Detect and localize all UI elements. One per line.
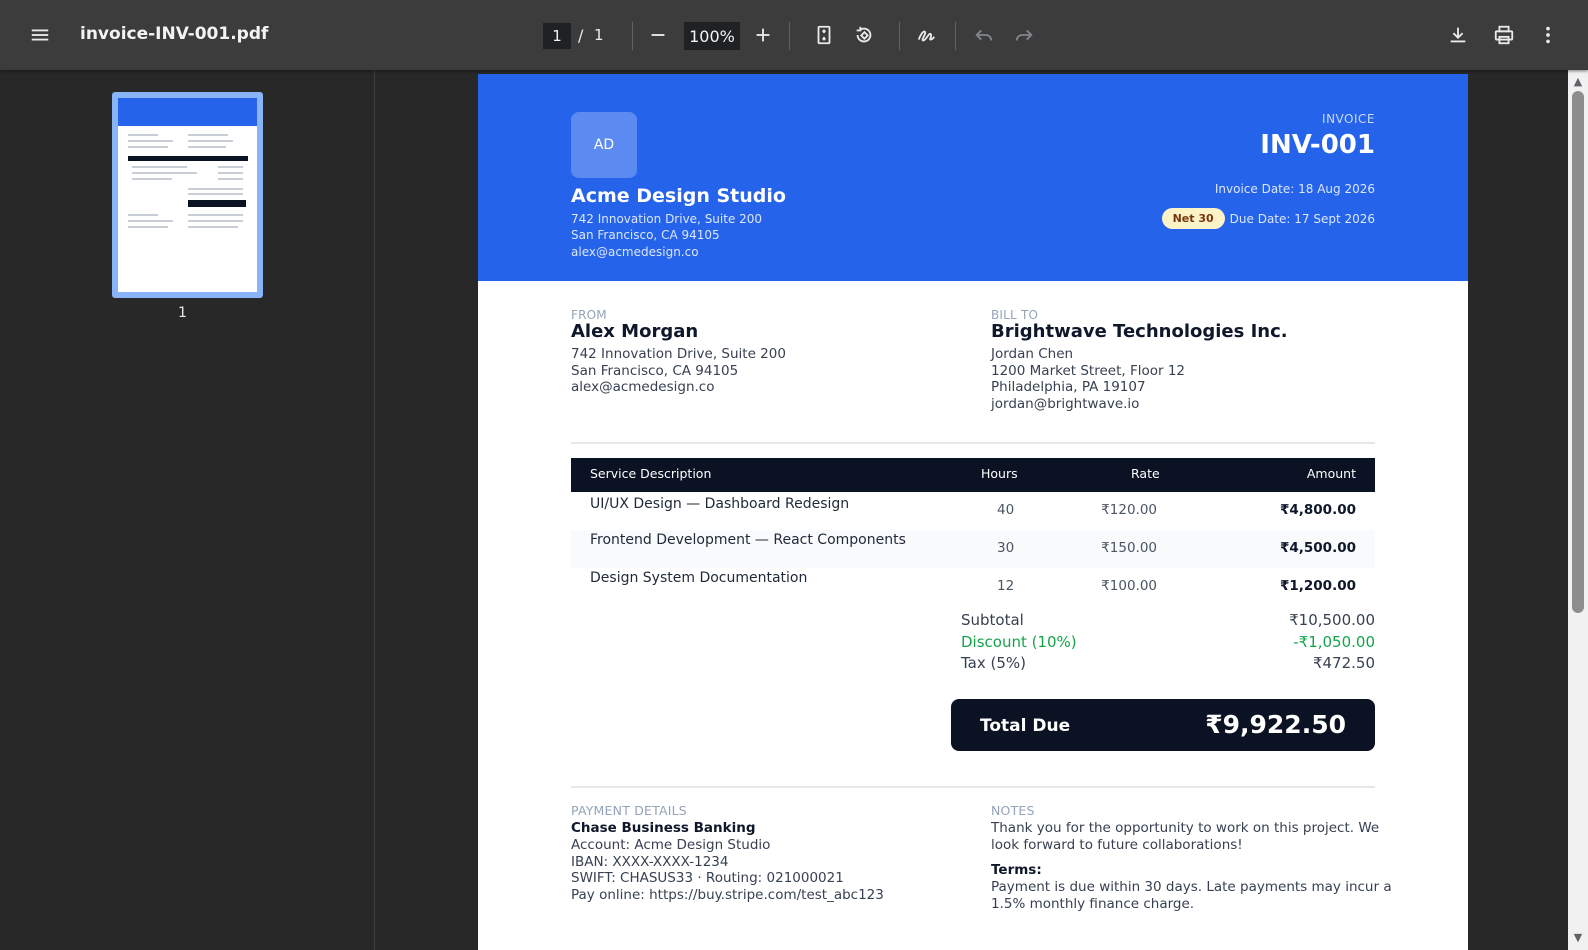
annotate-icon[interactable] xyxy=(911,19,943,51)
column-header: Hours xyxy=(981,466,1018,481)
scroll-up-icon[interactable]: ▲ xyxy=(1571,74,1585,88)
rotate-icon[interactable] xyxy=(848,19,880,51)
document-title: invoice-INV-001.pdf xyxy=(80,24,269,44)
page-thumbnail[interactable] xyxy=(112,92,263,298)
thumbnail-preview xyxy=(118,98,257,292)
invoice-date: Invoice Date: 18 Aug 2026 xyxy=(1214,182,1375,196)
payment-line: Account: Acme Design Studio xyxy=(571,837,771,853)
fit-page-icon[interactable] xyxy=(808,19,840,51)
bill-to-email: jordan@brightwave.io xyxy=(991,396,1140,412)
payment-line: SWIFT: CHASUS33 · Routing: 021000021 xyxy=(571,870,844,886)
service-amount: ₹1,200.00 xyxy=(1279,578,1356,594)
invoice-number: INV-001 xyxy=(1260,130,1375,160)
table-header: Service Description Hours Rate Amount xyxy=(571,458,1375,492)
bill-to-name: Brightwave Technologies Inc. xyxy=(991,321,1288,342)
toolbar-divider xyxy=(899,22,900,50)
discount-label: Discount (10%) xyxy=(961,633,1077,651)
service-amount: ₹4,800.00 xyxy=(1279,502,1356,518)
menu-icon[interactable] xyxy=(24,19,56,51)
terms-badge: Net 30 xyxy=(1161,208,1225,229)
invoice-label: INVOICE xyxy=(1322,112,1375,126)
discount-value: -₹1,050.00 xyxy=(1293,633,1375,651)
service-rate: ₹120.00 xyxy=(1101,502,1157,518)
terms-title: Terms: xyxy=(991,862,1042,878)
notes-label: NOTES xyxy=(991,803,1035,818)
service-description: UI/UX Design — Dashboard Redesign xyxy=(590,496,850,512)
total-due-value: ₹9,922.50 xyxy=(1205,710,1346,739)
company-address-line: 742 Innovation Drive, Suite 200 xyxy=(571,212,763,226)
from-email: alex@acmedesign.co xyxy=(571,379,715,395)
scrollbar-thumb[interactable] xyxy=(1572,91,1584,613)
document-viewer[interactable]: AD Acme Design Studio 742 Innovation Dri… xyxy=(376,70,1588,950)
payment-details-label: PAYMENT DETAILS xyxy=(571,803,687,818)
from-name: Alex Morgan xyxy=(571,321,699,342)
tax-label: Tax (5%) xyxy=(961,654,1027,672)
subtotal-label: Subtotal xyxy=(961,611,1024,629)
service-rate: ₹100.00 xyxy=(1101,578,1157,594)
table-row: Frontend Development — React Components … xyxy=(571,530,1375,568)
thumbnail-page-number: 1 xyxy=(178,305,187,321)
pdf-page: AD Acme Design Studio 742 Innovation Dri… xyxy=(478,74,1468,950)
table-row: UI/UX Design — Dashboard Redesign 40 ₹12… xyxy=(571,492,1375,530)
bill-to-address-line: 1200 Market Street, Floor 12 xyxy=(991,363,1186,379)
tax-value: ₹472.50 xyxy=(1312,654,1375,672)
zoom-out-icon[interactable] xyxy=(642,19,674,51)
undo-icon[interactable] xyxy=(968,19,1000,51)
service-hours: 12 xyxy=(997,578,1015,594)
service-amount: ₹4,500.00 xyxy=(1279,540,1356,556)
company-address-line: San Francisco, CA 94105 xyxy=(571,228,720,242)
zoom-in-icon[interactable] xyxy=(747,19,779,51)
toolbar-divider xyxy=(632,22,633,50)
service-hours: 30 xyxy=(997,540,1015,556)
bill-to-contact: Jordan Chen xyxy=(991,346,1074,362)
payment-line: IBAN: XXXX-XXXX-1234 xyxy=(571,854,729,870)
company-name: Acme Design Studio xyxy=(571,185,786,207)
service-hours: 40 xyxy=(997,502,1015,518)
scroll-down-icon[interactable]: ▼ xyxy=(1571,930,1585,944)
service-description: Frontend Development — React Components xyxy=(590,532,906,548)
notes-line: Thank you for the opportunity to work on… xyxy=(991,820,1380,836)
print-icon[interactable] xyxy=(1488,19,1520,51)
payment-link[interactable]: Pay online: https://buy.stripe.com/test_… xyxy=(571,887,884,903)
invoice-header: AD Acme Design Studio 742 Innovation Dri… xyxy=(478,74,1468,281)
table-row: Design System Documentation 12 ₹100.00 ₹… xyxy=(571,568,1375,606)
column-header: Amount xyxy=(1306,466,1356,481)
page-separator: / xyxy=(578,26,584,45)
download-icon[interactable] xyxy=(1442,19,1474,51)
column-header: Service Description xyxy=(590,466,712,481)
column-header: Rate xyxy=(1131,466,1160,481)
bill-to-address-line: Philadelphia, PA 19107 xyxy=(991,379,1146,395)
toolbar-divider xyxy=(789,22,790,50)
service-description: Design System Documentation xyxy=(590,570,808,586)
from-address-line: San Francisco, CA 94105 xyxy=(571,363,739,379)
total-due-box: Total Due ₹9,922.50 xyxy=(951,699,1375,751)
company-email: alex@acmedesign.co xyxy=(571,245,699,259)
total-due-label: Total Due xyxy=(980,716,1071,736)
company-logo: AD xyxy=(571,112,637,178)
terms-line: 1.5% monthly finance charge. xyxy=(991,896,1195,912)
section-divider xyxy=(571,442,1375,444)
bank-name: Chase Business Banking xyxy=(571,820,756,836)
zoom-level-input[interactable]: 100% xyxy=(684,22,740,50)
due-date-row: Net 30 Due Date: 17 Sept 2026 xyxy=(1161,208,1375,229)
from-label: FROM xyxy=(571,308,607,322)
due-date: Due Date: 17 Sept 2026 xyxy=(1229,211,1375,226)
current-page-input[interactable]: 1 xyxy=(543,23,571,49)
section-divider xyxy=(571,786,1375,788)
from-address-line: 742 Innovation Drive, Suite 200 xyxy=(571,346,786,362)
redo-icon[interactable] xyxy=(1008,19,1040,51)
more-icon[interactable] xyxy=(1532,19,1564,51)
toolbar-divider xyxy=(955,22,956,50)
bill-to-label: BILL TO xyxy=(991,308,1039,322)
notes-line: look forward to future collaborations! xyxy=(991,837,1243,853)
pdf-toolbar: invoice-INV-001.pdf 1 / 1 100% xyxy=(0,0,1588,70)
total-pages: 1 xyxy=(594,26,604,44)
terms-line: Payment is due within 30 days. Late paym… xyxy=(991,879,1392,895)
service-rate: ₹150.00 xyxy=(1101,540,1157,556)
subtotal-value: ₹10,500.00 xyxy=(1289,611,1375,629)
